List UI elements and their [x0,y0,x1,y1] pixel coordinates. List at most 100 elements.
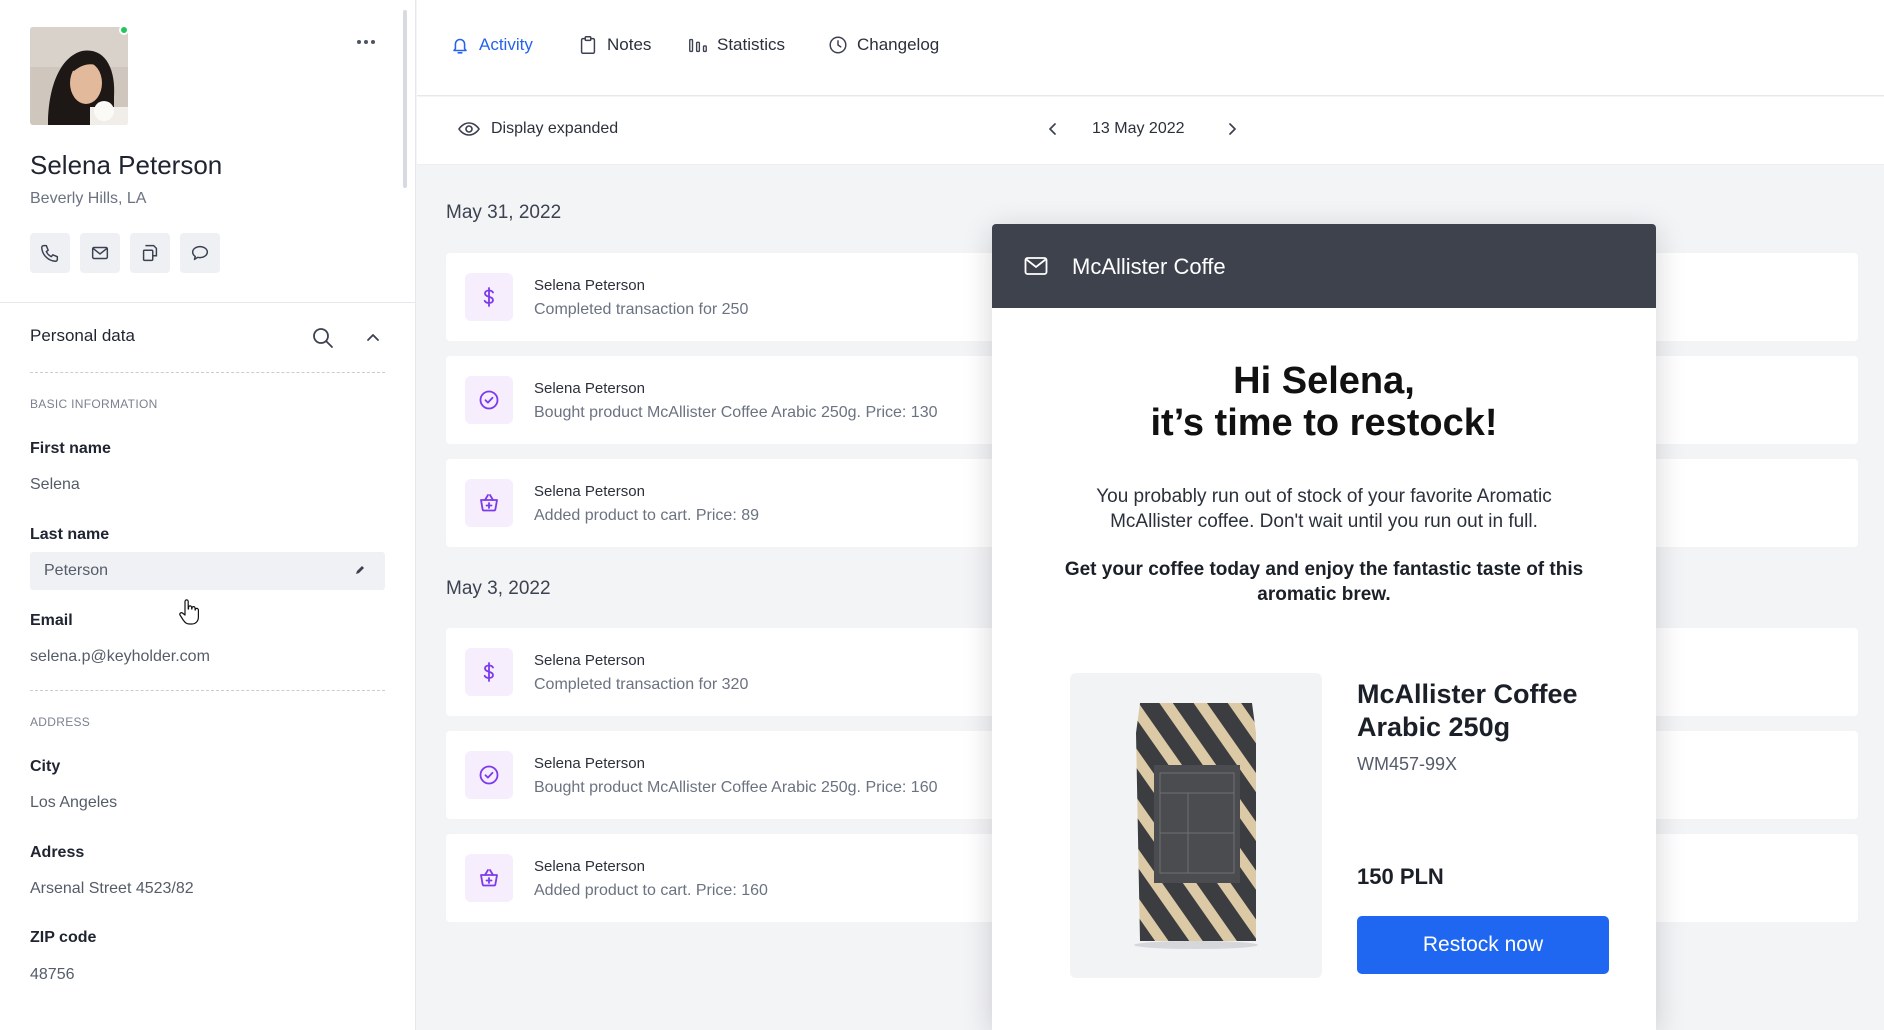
last-name-value: Peterson [44,562,109,579]
check-circle-icon [479,390,499,410]
call-button[interactable] [30,233,70,273]
chevron-right-icon [1229,123,1236,135]
tab-changelog-label: Changelog [857,35,940,54]
copy-icon [142,244,158,262]
pencil-icon[interactable] [353,563,367,577]
activity-user: Selena Peterson [534,652,645,669]
cart-plus-icon [480,869,498,887]
tab-notes-label: Notes [607,35,652,54]
tab-statistics-label: Statistics [717,35,786,54]
online-status-dot [119,25,129,35]
activity-description: Added product to cart. Price: 160 [534,882,768,899]
sidebar-divider [0,302,416,303]
dollar-icon [483,662,494,682]
activity-date-heading: May 31, 2022 [446,202,562,223]
adress-label: Adress [30,844,85,861]
activity-icon [465,648,513,696]
clipboard-icon [580,36,596,54]
city-label: City [30,758,61,775]
activity-user: Selena Peterson [534,483,645,500]
more-options-button[interactable] [352,30,380,54]
hand-cursor-icon [179,599,199,625]
product-image [1070,673,1322,978]
zip-label: ZIP code [30,929,97,946]
sidebar-scrollbar[interactable] [403,10,407,188]
city-value[interactable]: Los Angeles [30,794,117,812]
search-icon [313,328,333,348]
cart-plus-icon [480,494,498,512]
first-name-value[interactable]: Selena [30,476,80,494]
adress-value[interactable]: Arsenal Street 4523/82 [30,880,194,898]
last-name-field[interactable]: Peterson [30,552,385,590]
next-date-button[interactable] [1220,117,1244,141]
activity-user: Selena Peterson [534,858,645,875]
previous-date-button[interactable] [1041,117,1065,141]
clock-icon [829,36,847,54]
personal-data-title: Personal data [30,326,135,345]
restock-now-button[interactable]: Restock now [1357,916,1609,974]
section-divider [30,690,385,691]
copy-button[interactable] [130,233,170,273]
activity-icon [465,854,513,902]
activity-description: Bought product McAllister Coffee Arabic … [534,404,938,421]
more-horizontal-icon [357,40,375,44]
profile-location: Beverly Hills, LA [30,190,147,207]
last-name-label: Last name [30,526,110,543]
email-headline: Hi Selena, it’s time to restock! [992,360,1656,444]
product-name: McAllister Coffee Arabic 250g [1357,679,1578,742]
mail-icon [91,246,109,260]
activity-description: Bought product McAllister Coffee Arabic … [534,779,938,796]
activity-icon [465,479,513,527]
email-body-text: You probably run out of stock of your fa… [1096,486,1552,532]
display-expanded-label: Display expanded [491,120,619,137]
check-circle-icon [479,765,499,785]
activity-icon [465,751,513,799]
mail-icon [1024,257,1048,275]
activity-user: Selena Peterson [534,755,645,772]
basic-info-label: BASIC INFORMATION [30,397,158,411]
section-divider [30,372,385,373]
tab-activity-label: Activity [479,35,533,54]
email-preview: McAllister Coffe Hi Selena, it’s time to… [992,224,1656,1030]
tab-changelog[interactable]: Changelog [827,34,939,56]
email-value[interactable]: selena.p@keyholder.com [30,648,210,666]
contact-actions [30,233,220,273]
zip-value[interactable]: 48756 [30,966,75,984]
activity-icon [465,273,513,321]
profile-sidebar: Selena Peterson Beverly Hills, LA Person… [0,0,416,1030]
email-header: McAllister Coffe [992,224,1656,308]
chat-icon [191,245,209,261]
chevron-left-icon [1049,123,1056,135]
personal-data-search-button[interactable] [310,325,336,351]
activity-description: Completed transaction for 250 [534,301,749,318]
tab-bar: Activity Notes Statistics Changelog [417,0,1884,96]
dollar-icon [483,287,494,307]
tab-statistics[interactable]: Statistics [687,34,785,56]
activity-toolbar: Display expanded 13 May 2022 [417,97,1884,165]
phone-icon [41,244,59,262]
eye-icon [458,122,480,136]
tab-notes[interactable]: Notes [577,34,651,56]
activity-description: Added product to cart. Price: 89 [534,507,760,524]
email-headline-line-1: Hi Selena, [1233,360,1415,402]
email-headline-line-2: it’s time to restock! [1150,402,1498,444]
activity-user: Selena Peterson [534,277,645,294]
chat-button[interactable] [180,233,220,273]
profile-name: Selena Peterson [30,150,223,180]
activity-description: Completed transaction for 320 [534,676,749,693]
email-sender: McAllister Coffe [1072,254,1226,279]
current-date-label[interactable]: 13 May 2022 [1092,120,1185,138]
personal-data-collapse-button[interactable] [362,325,384,351]
address-label: ADDRESS [30,715,91,729]
email-label: Email [30,612,73,629]
tab-activity[interactable]: Activity [449,34,533,56]
email-button[interactable] [80,233,120,273]
activity-user: Selena Peterson [534,380,645,397]
bar-chart-icon [689,38,707,53]
activity-icon [465,376,513,424]
activity-date-heading: May 3, 2022 [446,578,551,599]
email-cta-text: Get your coffee today and enjoy the fant… [1064,559,1584,605]
chevron-up-icon [367,334,379,341]
display-expanded-toggle[interactable]: Display expanded [457,119,618,139]
avatar [30,27,128,125]
